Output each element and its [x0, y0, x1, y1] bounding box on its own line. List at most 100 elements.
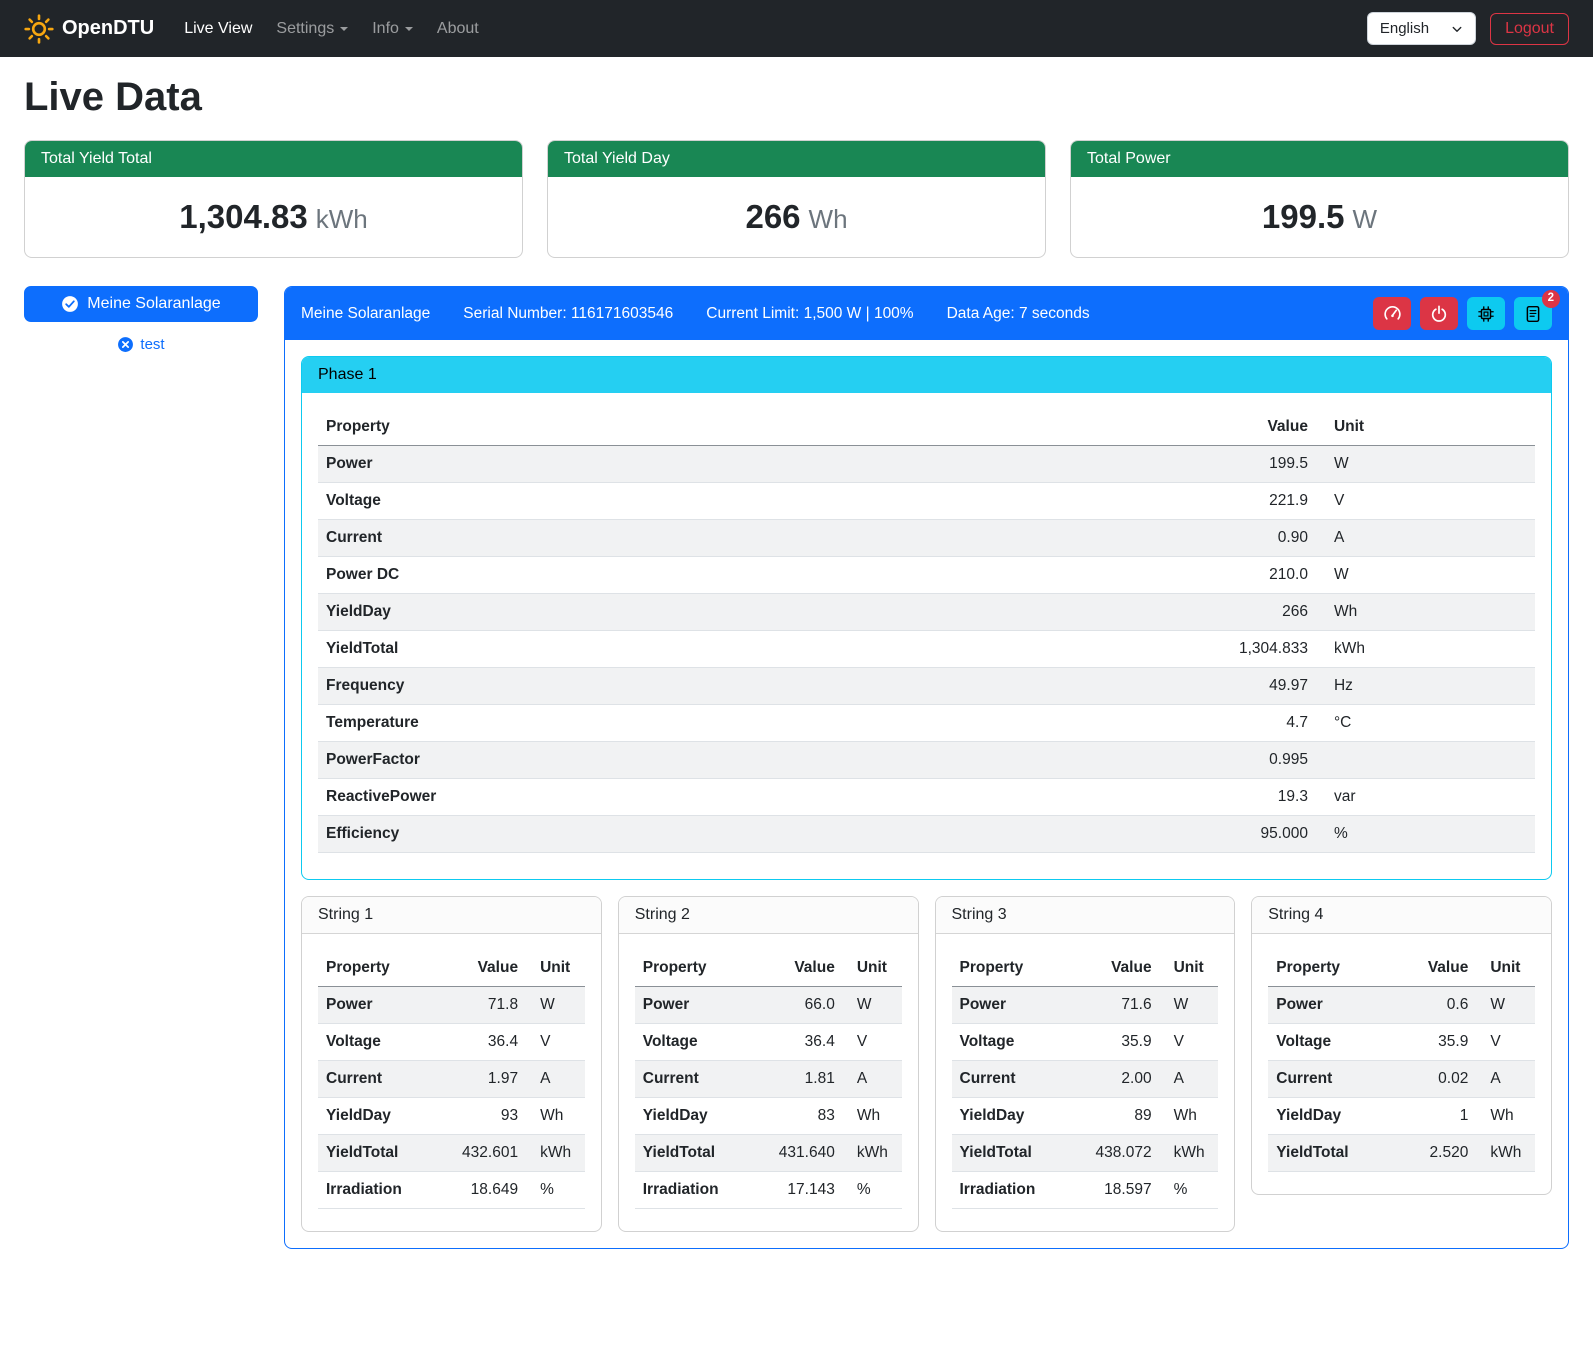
table-row: YieldTotal431.640kWh [635, 1135, 902, 1172]
property-name: Power DC [318, 557, 1158, 594]
nav-about[interactable]: About [425, 12, 491, 46]
property-value: 49.97 [1158, 668, 1316, 705]
table-row: Voltage36.4V [635, 1024, 902, 1061]
chevron-down-icon [1451, 23, 1463, 35]
property-name: YieldDay [318, 1098, 441, 1135]
property-unit: kWh [1160, 1135, 1219, 1172]
property-value: 95.000 [1158, 816, 1316, 853]
phase-card: Phase 1 PropertyValueUnitPower199.5WVolt… [301, 356, 1552, 880]
property-value: 71.8 [441, 987, 526, 1024]
nav-info[interactable]: Info [360, 12, 425, 46]
property-name: Power [635, 987, 758, 1024]
property-unit: kWh [1476, 1135, 1535, 1172]
column-header: Value [441, 950, 526, 987]
property-name: YieldTotal [635, 1135, 758, 1172]
summary-card-title: Total Yield Total [25, 141, 522, 177]
property-value: 221.9 [1158, 483, 1316, 520]
table-row: YieldDay83Wh [635, 1098, 902, 1135]
property-unit: V [843, 1024, 902, 1061]
table-row: Current1.81A [635, 1061, 902, 1098]
property-unit: % [1160, 1172, 1219, 1209]
property-name: Voltage [1268, 1024, 1391, 1061]
summary-card-total-yield-day: Total Yield Day 266Wh [547, 140, 1046, 258]
nav-live-view[interactable]: Live View [172, 12, 264, 46]
property-name: Power [952, 987, 1075, 1024]
table-row: Power DC210.0W [318, 557, 1535, 594]
property-name: PowerFactor [318, 742, 1158, 779]
language-select[interactable]: English [1367, 12, 1476, 45]
table-header-row: PropertyValueUnit [952, 950, 1219, 987]
string-table: PropertyValueUnitPower0.6WVoltage35.9VCu… [1268, 950, 1535, 1172]
summary-value: 266 [745, 198, 800, 235]
journal-icon [1524, 305, 1542, 323]
power-button[interactable] [1420, 297, 1458, 330]
property-name: Current [1268, 1061, 1391, 1098]
string-card-title: String 3 [936, 897, 1235, 934]
table-row: Voltage221.9V [318, 483, 1535, 520]
column-header: Property [318, 950, 441, 987]
summary-unit: W [1353, 204, 1378, 234]
property-name: Temperature [318, 705, 1158, 742]
property-value: 4.7 [1158, 705, 1316, 742]
table-row: Power0.6W [1268, 987, 1535, 1024]
property-name: Current [952, 1061, 1075, 1098]
brand-logo[interactable]: OpenDTU [24, 14, 154, 44]
property-value: 83 [757, 1098, 842, 1135]
logout-button[interactable]: Logout [1490, 13, 1569, 45]
table-row: Power71.6W [952, 987, 1219, 1024]
property-value: 35.9 [1391, 1024, 1476, 1061]
summary-card-body: 266Wh [548, 177, 1045, 257]
nav-settings[interactable]: Settings [264, 12, 360, 46]
property-value: 266 [1158, 594, 1316, 631]
table-row: Voltage36.4V [318, 1024, 585, 1061]
string-table: PropertyValueUnitPower71.6WVoltage35.9VC… [952, 950, 1219, 1209]
property-name: YieldDay [1268, 1098, 1391, 1135]
string-card-title: String 1 [302, 897, 601, 934]
limit-gauge-button[interactable] [1373, 297, 1411, 330]
property-name: Current [635, 1061, 758, 1098]
event-log-button[interactable]: 2 [1514, 297, 1552, 330]
property-value: 17.143 [757, 1172, 842, 1209]
property-unit: W [1476, 987, 1535, 1024]
property-value: 1 [1391, 1098, 1476, 1135]
table-row: Irradiation17.143% [635, 1172, 902, 1209]
property-unit: A [1476, 1061, 1535, 1098]
property-unit: Wh [1316, 594, 1535, 631]
sidebar-test-item[interactable]: test [24, 336, 258, 353]
power-icon [1430, 305, 1448, 323]
table-header-row: PropertyValueUnit [635, 950, 902, 987]
table-row: Voltage35.9V [952, 1024, 1219, 1061]
property-name: YieldTotal [318, 1135, 441, 1172]
property-value: 2.520 [1391, 1135, 1476, 1172]
property-unit: Wh [843, 1098, 902, 1135]
chevron-down-icon [340, 27, 348, 31]
column-header: Value [1074, 950, 1159, 987]
table-row: Current0.02A [1268, 1061, 1535, 1098]
table-row: Power66.0W [635, 987, 902, 1024]
column-header: Unit [1316, 409, 1535, 446]
property-name: YieldTotal [1268, 1135, 1391, 1172]
column-header: Unit [1160, 950, 1219, 987]
sidebar-inverter-button[interactable]: Meine Solaranlage [24, 286, 258, 322]
property-name: Irradiation [318, 1172, 441, 1209]
column-header: Unit [526, 950, 585, 987]
property-name: YieldDay [635, 1098, 758, 1135]
property-unit: Wh [526, 1098, 585, 1135]
table-row: YieldDay1Wh [1268, 1098, 1535, 1135]
property-unit: Hz [1316, 668, 1535, 705]
summary-value: 1,304.83 [179, 198, 307, 235]
phase-card-body: PropertyValueUnitPower199.5WVoltage221.9… [302, 393, 1551, 879]
table-row: YieldTotal2.520kWh [1268, 1135, 1535, 1172]
property-name: Voltage [952, 1024, 1075, 1061]
property-name: YieldDay [952, 1098, 1075, 1135]
device-chip-button[interactable] [1467, 297, 1505, 330]
table-row: YieldDay89Wh [952, 1098, 1219, 1135]
property-unit: kWh [526, 1135, 585, 1172]
table-row: ReactivePower19.3var [318, 779, 1535, 816]
property-unit: A [843, 1061, 902, 1098]
property-unit: var [1316, 779, 1535, 816]
property-unit: % [526, 1172, 585, 1209]
column-header: Property [952, 950, 1075, 987]
table-row: Frequency49.97Hz [318, 668, 1535, 705]
inverter-serial: Serial Number: 116171603546 [463, 305, 673, 323]
